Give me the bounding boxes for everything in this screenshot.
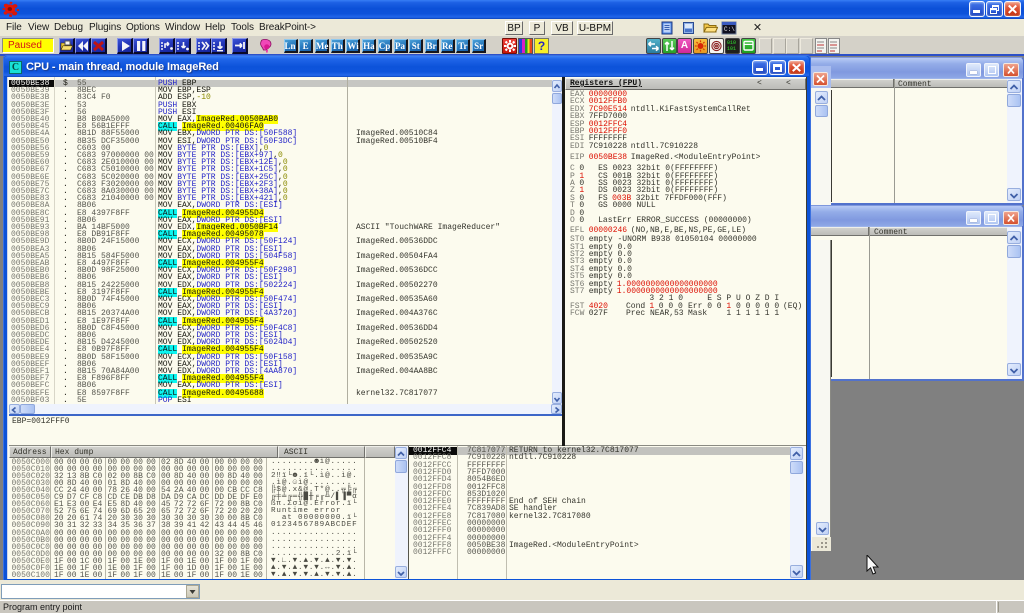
- svg-text:C:\: C:\: [724, 26, 735, 33]
